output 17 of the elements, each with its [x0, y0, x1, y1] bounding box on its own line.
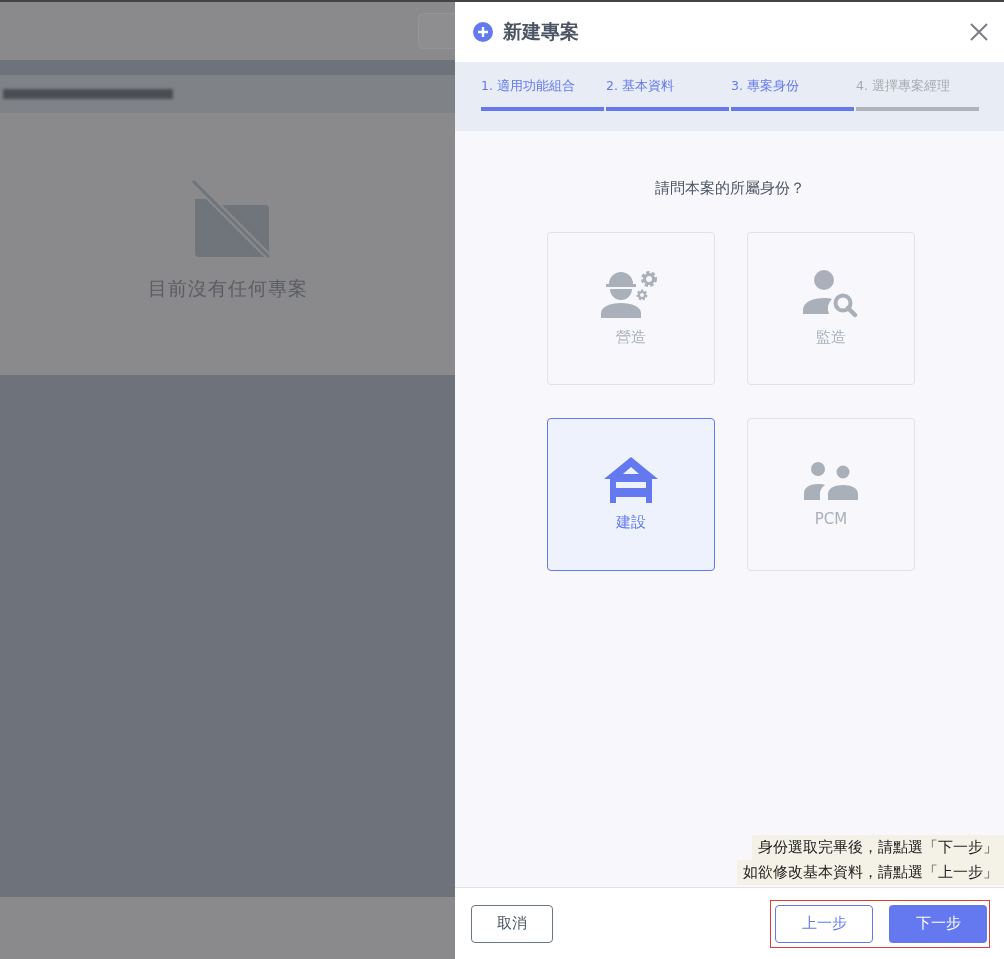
no-folder-icon	[190, 179, 273, 261]
question-text: 請問本案的所屬身份？	[654, 179, 805, 198]
prev-step-button[interactable]: 上一步	[775, 904, 873, 943]
drawer-title: 新建專案	[503, 19, 580, 44]
close-icon[interactable]	[970, 23, 988, 41]
cancel-button[interactable]: 取消	[471, 904, 553, 943]
people-icon	[804, 461, 858, 500]
role-card[interactable]: 建設	[547, 418, 715, 571]
role-card[interactable]: 監造	[747, 232, 915, 385]
person-search-icon	[803, 270, 859, 318]
role-card[interactable]: PCM	[747, 418, 915, 571]
hint-text: 如欲修改基本資料，請點選「上一步」	[737, 860, 1004, 885]
role-card[interactable]: 營造	[547, 232, 715, 385]
next-step-button[interactable]: 下一步	[889, 904, 987, 943]
plus-circle-icon	[473, 22, 493, 42]
house-icon	[604, 457, 658, 503]
hint-text: 身份選取完畢後，請點選「下一步」	[752, 835, 1004, 860]
